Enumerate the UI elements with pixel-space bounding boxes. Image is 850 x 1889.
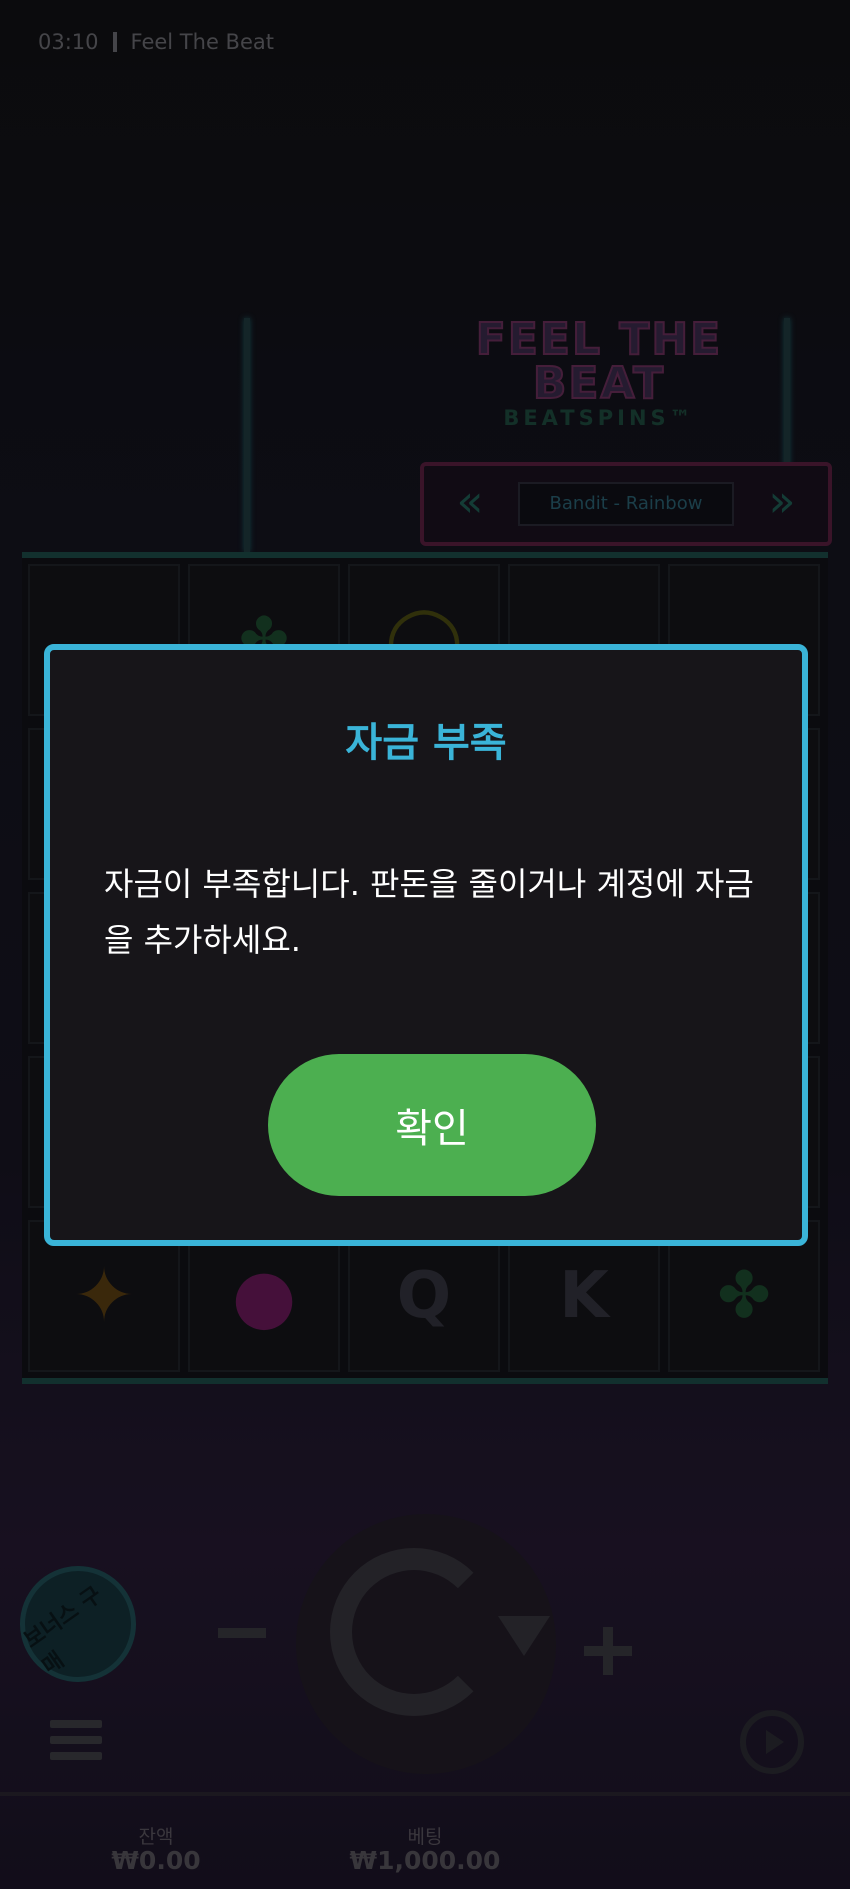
dialog-title: 자금 부족 — [345, 720, 507, 766]
insufficient-funds-dialog: 자금 부족 자금이 부족합니다. 판돈을 줄이거나 계정에 자금을 추가하세요.… — [44, 644, 808, 1246]
confirm-button[interactable]: 확인 — [268, 1054, 596, 1196]
dialog-message: 자금이 부족합니다. 판돈을 줄이거나 계정에 자금을 추가하세요. — [104, 865, 754, 959]
game-screen: 03:10 Feel The Beat FEEL THE BEAT BEATSP… — [0, 0, 850, 1889]
